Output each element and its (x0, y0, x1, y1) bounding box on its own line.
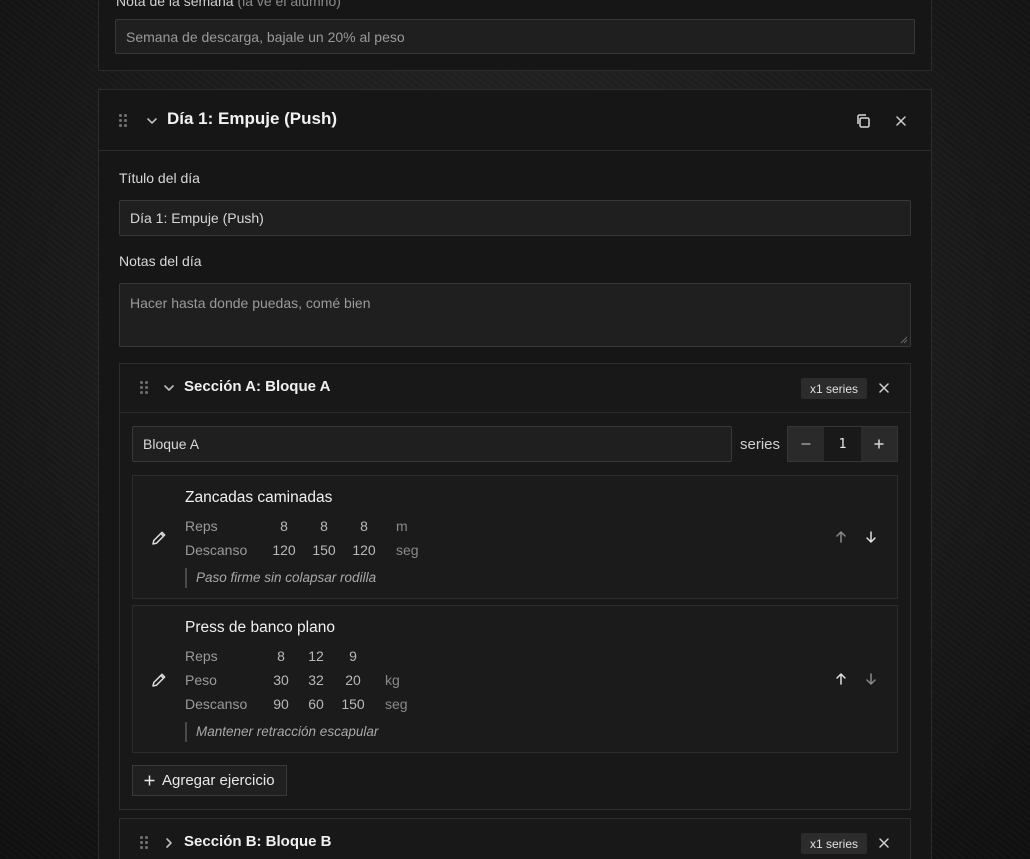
chevron-down-icon[interactable] (162, 381, 176, 395)
exercise-value: 8 (280, 518, 288, 534)
decrement-series-button[interactable] (788, 427, 824, 461)
exercise-unit: seg (385, 696, 408, 712)
exercise-unit: kg (385, 672, 400, 688)
exercise-row-label: Reps (185, 518, 218, 534)
resize-handle-icon[interactable] (900, 336, 908, 344)
chevron-down-icon[interactable] (145, 114, 159, 128)
day-title-input[interactable]: Día 1: Empuje (Push) (119, 200, 911, 236)
section-b: Sección B: Bloque B x1 series (119, 818, 911, 859)
day-title-field-label: Título del día (119, 170, 200, 186)
exercise-row-label: Descanso (185, 696, 248, 712)
series-badge: x1 series (801, 378, 868, 399)
move-up-arrow-icon[interactable] (834, 672, 848, 686)
week-note-label: Nota de la semana (la ve el alumno) (116, 0, 341, 9)
day-header: Día 1: Empuje (Push) (99, 90, 931, 151)
series-badge: x1 series (801, 833, 868, 854)
close-icon (879, 383, 889, 393)
day-title-value: Día 1: Empuje (Push) (130, 210, 264, 226)
section-b-title: Sección B: Bloque B (184, 833, 332, 850)
exercise-value: 8 (277, 648, 285, 664)
exercise-note: Paso firme sin colapsar rodilla (196, 570, 377, 585)
delete-day-button[interactable] (891, 111, 911, 131)
exercise-value: 9 (349, 648, 357, 664)
copy-icon (857, 114, 870, 128)
exercise-value: 120 (272, 542, 296, 558)
exercise-value: 20 (345, 672, 361, 688)
section-a-title: Sección A: Bloque A (184, 378, 331, 395)
move-up-arrow-icon[interactable] (834, 530, 848, 544)
increment-series-button[interactable] (861, 427, 897, 461)
exercise-value: 12 (308, 648, 324, 664)
plus-icon (144, 775, 155, 786)
exercise-name: Zancadas caminadas (185, 489, 333, 506)
exercise-row-label: Descanso (185, 542, 248, 558)
section-a: Sección A: Bloque A x1 series Bloque A s… (119, 363, 911, 810)
section-name-value: Bloque A (143, 436, 200, 452)
day-panel: Día 1: Empuje (Push) Título del día Día … (98, 89, 932, 859)
drag-handle-icon[interactable] (140, 836, 150, 850)
drag-handle-icon[interactable] (140, 381, 150, 395)
close-icon (879, 838, 889, 848)
exercise-value: 150 (312, 542, 336, 558)
exercise-unit: m (396, 518, 408, 534)
edit-exercise-pencil-icon[interactable] (150, 671, 168, 689)
edit-exercise-pencil-icon[interactable] (150, 529, 168, 547)
day-notes-field-label: Notas del día (119, 253, 202, 269)
day-title: Día 1: Empuje (Push) (167, 109, 338, 128)
exercise-row-label: Peso (185, 672, 217, 688)
section-name-input[interactable]: Bloque A (132, 426, 732, 462)
move-down-arrow-icon[interactable] (864, 530, 878, 544)
exercise-unit: seg (396, 542, 419, 558)
move-down-arrow-icon[interactable] (864, 672, 878, 686)
exercise-value: 60 (308, 696, 324, 712)
week-note-input[interactable]: Semana de descarga, bajale un 20% al pes… (115, 19, 915, 54)
series-value[interactable]: 1 (824, 427, 861, 461)
note-bar (185, 722, 187, 742)
week-note-label-text: Nota de la semana (116, 0, 234, 9)
delete-section-button[interactable] (874, 378, 894, 398)
exercise-value: 150 (341, 696, 365, 712)
week-note-value: Semana de descarga, bajale un 20% al pes… (126, 28, 405, 45)
plus-icon (874, 439, 884, 449)
exercise-value: 8 (360, 518, 368, 534)
week-note-label-hint: (la ve el alumno) (237, 0, 341, 9)
exercise-value: 90 (273, 696, 289, 712)
exercise-name: Press de banco plano (185, 619, 335, 636)
exercise-value: 8 (320, 518, 328, 534)
drag-handle-icon[interactable] (119, 114, 129, 128)
exercise-row-label: Reps (185, 648, 218, 664)
exercise-note: Mantener retracción escapular (196, 724, 379, 739)
exercise-card: Zancadas caminadas Reps 8 8 8 m Descanso… (132, 475, 898, 599)
note-bar (185, 568, 187, 588)
exercise-value: 32 (308, 672, 324, 688)
close-icon (896, 116, 906, 126)
week-note-panel: Nota de la semana (la ve el alumno) Sema… (98, 0, 932, 71)
day-notes-textarea[interactable]: Hacer hasta donde puedas, comé bien (119, 283, 911, 347)
series-stepper: 1 (787, 426, 898, 462)
exercise-value: 30 (273, 672, 289, 688)
delete-section-button[interactable] (874, 833, 894, 853)
series-label: series (740, 436, 781, 453)
day-notes-value: Hacer hasta donde puedas, comé bien (130, 295, 371, 311)
exercise-value: 120 (352, 542, 376, 558)
add-exercise-label: Agregar ejercicio (162, 772, 275, 789)
section-a-header: Sección A: Bloque A x1 series (120, 364, 910, 413)
chevron-right-icon[interactable] (162, 836, 176, 850)
duplicate-day-button[interactable] (853, 111, 873, 131)
add-exercise-button[interactable]: Agregar ejercicio (132, 765, 287, 796)
section-b-header: Sección B: Bloque B x1 series (120, 819, 910, 859)
exercise-card: Press de banco plano Reps 8 12 9 Peso 30… (132, 605, 898, 753)
minus-icon (801, 443, 811, 445)
